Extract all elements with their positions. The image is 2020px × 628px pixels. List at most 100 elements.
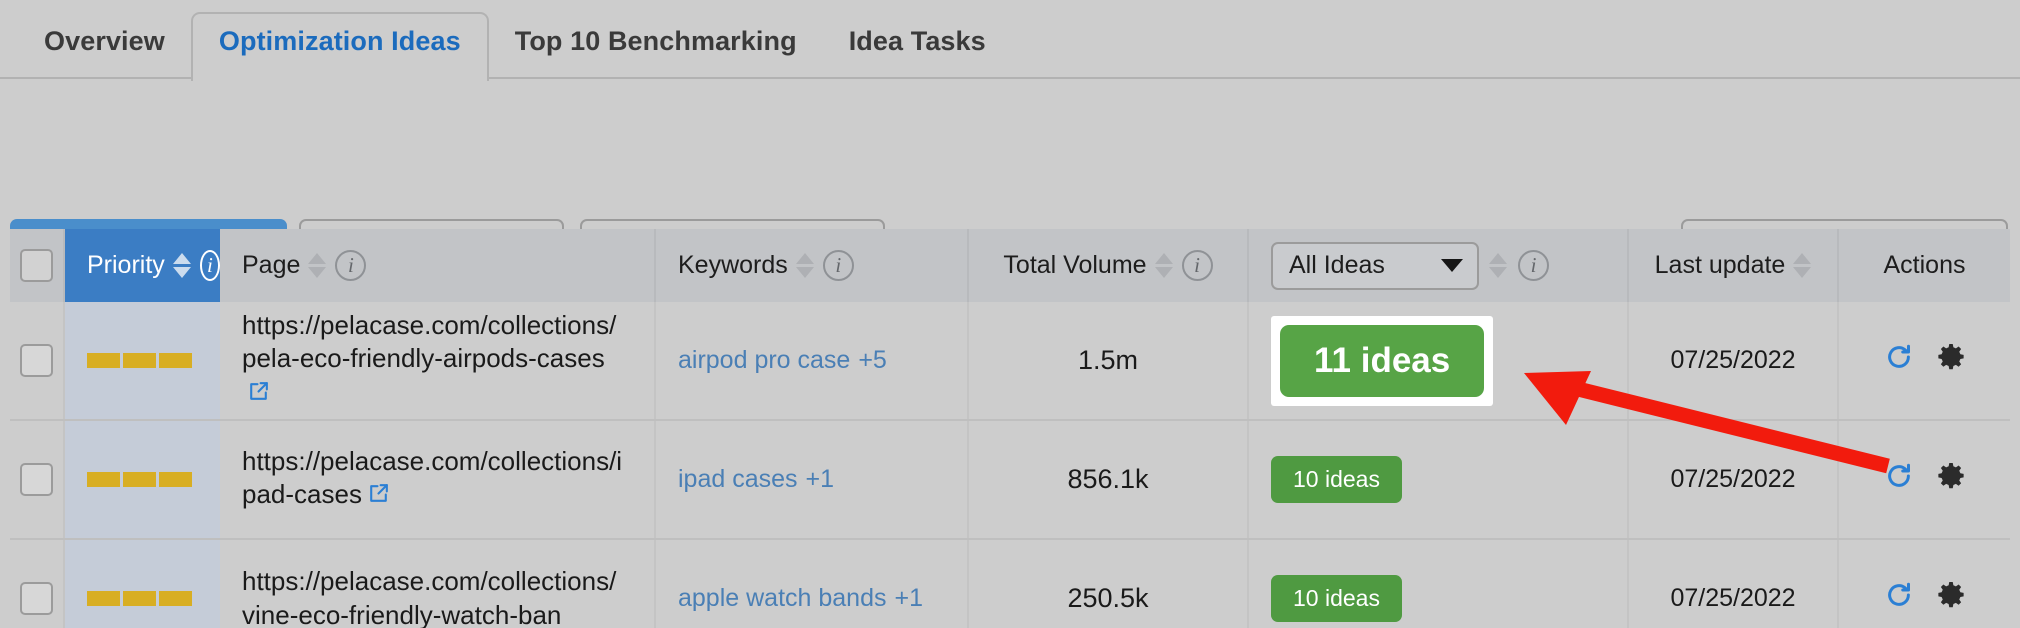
table-row[interactable]: https://pelacase.com/collections/vine-ec… <box>10 540 2010 628</box>
ideas-sort-icon[interactable] <box>1489 253 1507 278</box>
gear-icon[interactable] <box>1936 580 1966 617</box>
total-volume-sort-icon[interactable] <box>1154 253 1173 278</box>
page-cell: https://pelacase.com/collections/ipad-ca… <box>220 421 656 538</box>
page-url-text: https://pelacase.com/collections/pela-ec… <box>242 310 617 374</box>
sort-ascending-icon <box>172 253 191 264</box>
sort-descending-icon <box>795 267 814 278</box>
sort-descending-icon <box>1489 267 1507 278</box>
priority-bar <box>159 591 192 606</box>
priority-bar <box>159 472 192 487</box>
ideas-cell: 10 ideas <box>1249 421 1629 538</box>
tab-optimization-ideas-label: Optimization Ideas <box>218 26 461 56</box>
last-update-value: 07/25/2022 <box>1670 584 1796 612</box>
table-header-row: Priority i Page i Keywords i Total Volum… <box>10 229 2010 302</box>
ideas-highlight: 11 ideas <box>1271 315 1494 406</box>
chevron-down-icon <box>1441 259 1463 272</box>
table-row[interactable]: https://pelacase.com/collections/ipad-ca… <box>10 421 2010 540</box>
priority-bars <box>87 591 192 606</box>
ideas-badge[interactable]: 10 ideas <box>1271 456 1402 503</box>
total-volume-value: 1.5m <box>1077 345 1139 375</box>
keywords-info-icon[interactable]: i <box>822 250 854 281</box>
tab-optimization-ideas[interactable]: Optimization Ideas <box>190 12 489 81</box>
keyword-more-count[interactable]: +1 <box>806 465 835 494</box>
last-update-value: 07/25/2022 <box>1670 346 1796 374</box>
priority-bar <box>159 353 192 368</box>
priority-cell <box>65 540 220 628</box>
gear-icon[interactable] <box>1936 461 1966 498</box>
select-all-header-cell <box>10 229 65 302</box>
priority-bar <box>123 353 156 368</box>
keyword-link[interactable]: airpod pro case <box>678 346 850 375</box>
priority-cell <box>65 302 220 419</box>
row-checkbox[interactable] <box>20 463 53 496</box>
ideas-header-cell: All Ideas i <box>1249 229 1629 302</box>
actions-header-label: Actions <box>1883 251 1966 279</box>
total-volume-value: 250.5k <box>1067 583 1149 613</box>
total-volume-header-cell[interactable]: Total Volume i <box>969 229 1249 302</box>
sort-descending-icon <box>308 267 327 278</box>
keywords-cell: airpod pro case +5 <box>656 302 969 419</box>
refresh-icon[interactable] <box>1884 461 1914 498</box>
ideas-filter-value: All Ideas <box>1289 251 1385 279</box>
total-volume-cell: 856.1k <box>969 421 1249 538</box>
ideas-cell: 11 ideas <box>1249 302 1629 419</box>
total-volume-info-icon[interactable]: i <box>1181 250 1213 281</box>
total-volume-cell: 250.5k <box>969 540 1249 628</box>
priority-sort-icon[interactable] <box>172 253 191 278</box>
toolbar: + Add Landing Page Import from GSC Delet… <box>0 79 2020 272</box>
external-link-icon[interactable] <box>246 379 271 412</box>
tab-top-10-benchmarking-label: Top 10 Benchmarking <box>514 26 797 56</box>
last-update-header-cell[interactable]: Last update <box>1629 229 1839 302</box>
refresh-icon[interactable] <box>1884 580 1914 617</box>
priority-bars <box>87 472 192 487</box>
refresh-icon[interactable] <box>1884 342 1914 379</box>
priority-bar <box>123 591 156 606</box>
ideas-badge[interactable]: 11 ideas <box>1280 324 1485 397</box>
last-update-value: 07/25/2022 <box>1670 465 1796 493</box>
sort-ascending-icon <box>795 253 814 264</box>
tab-bar: Overview Optimization Ideas Top 10 Bench… <box>0 0 2020 81</box>
keyword-link[interactable]: ipad cases <box>678 465 798 494</box>
keywords-cell: ipad cases +1 <box>656 421 969 538</box>
priority-bar <box>123 472 156 487</box>
page-header-cell[interactable]: Page i <box>220 229 656 302</box>
page-info-icon[interactable]: i <box>335 250 367 281</box>
row-checkbox[interactable] <box>20 344 53 377</box>
keyword-link[interactable]: apple watch bands <box>678 584 886 613</box>
keywords-header-cell[interactable]: Keywords i <box>656 229 969 302</box>
keyword-more-count[interactable]: +1 <box>894 584 923 613</box>
actions-cell <box>1839 540 2010 628</box>
tab-overview-label: Overview <box>44 26 165 56</box>
row-checkbox[interactable] <box>20 582 53 615</box>
sort-descending-icon <box>1793 267 1812 278</box>
gear-icon[interactable] <box>1936 342 1966 379</box>
ideas-info-icon[interactable]: i <box>1518 250 1549 281</box>
priority-header-cell[interactable]: Priority i <box>65 229 220 302</box>
row-select-cell <box>10 421 65 538</box>
page-cell: https://pelacase.com/collections/vine-ec… <box>220 540 656 628</box>
last-update-sort-icon[interactable] <box>1793 253 1812 278</box>
page-sort-icon[interactable] <box>308 253 327 278</box>
tab-overview[interactable]: Overview <box>18 12 191 79</box>
ideas-badge[interactable]: 10 ideas <box>1271 575 1402 622</box>
tab-top-10-benchmarking[interactable]: Top 10 Benchmarking <box>489 12 823 79</box>
external-link-icon[interactable] <box>366 481 391 514</box>
priority-info-icon[interactable]: i <box>199 250 220 281</box>
sort-descending-icon <box>172 267 191 278</box>
sort-ascending-icon <box>1154 253 1173 264</box>
page-url: https://pelacase.com/collections/vine-ec… <box>242 565 624 628</box>
keywords-sort-icon[interactable] <box>795 253 814 278</box>
page-url: https://pelacase.com/collections/pela-ec… <box>242 309 624 412</box>
select-all-checkbox[interactable] <box>20 249 53 282</box>
sort-ascending-icon <box>308 253 327 264</box>
priority-header-label: Priority <box>87 251 165 279</box>
priority-bar <box>87 353 120 368</box>
tab-idea-tasks[interactable]: Idea Tasks <box>823 12 1012 79</box>
actions-header-cell: Actions <box>1839 229 2010 302</box>
keyword-more-count[interactable]: +5 <box>858 346 887 375</box>
priority-bar <box>87 591 120 606</box>
last-update-cell: 07/25/2022 <box>1629 540 1839 628</box>
sort-descending-icon <box>1154 267 1173 278</box>
table-row[interactable]: https://pelacase.com/collections/pela-ec… <box>10 302 2010 421</box>
ideas-filter-select[interactable]: All Ideas <box>1271 241 1479 290</box>
